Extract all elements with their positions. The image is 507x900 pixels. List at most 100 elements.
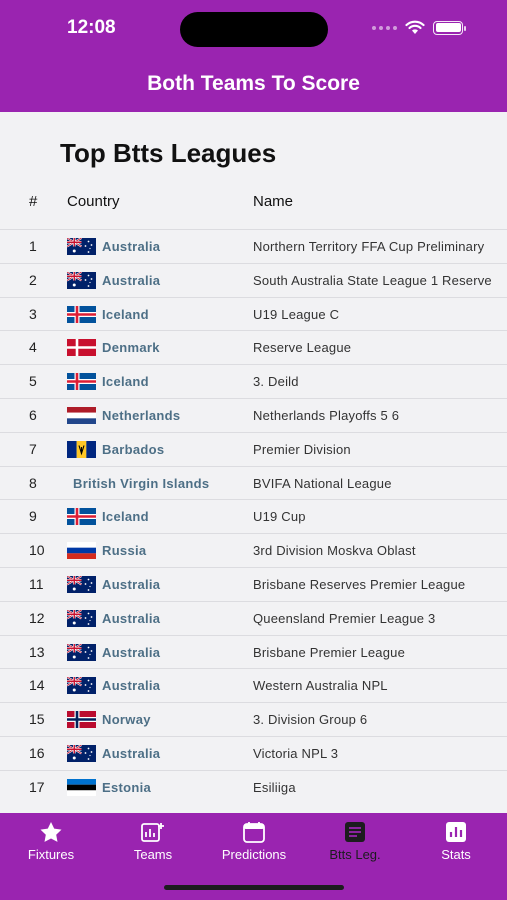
status-time: 12:08 xyxy=(67,17,116,38)
league-name[interactable]: Queensland Premier League 3 xyxy=(253,611,435,626)
country-link[interactable]: Barbados xyxy=(102,442,164,457)
australia-flag-icon xyxy=(67,609,96,627)
leagues-screen[interactable]: Top Btts Leagues # Country Name 1 Austral… xyxy=(0,112,507,813)
country-link[interactable]: Australia xyxy=(102,678,160,693)
table-row[interactable]: 17 Estonia Esiliiga xyxy=(0,769,507,804)
country-link[interactable]: Australia xyxy=(102,577,160,592)
league-name[interactable]: Western Australia NPL xyxy=(253,678,388,693)
australia-flag-icon xyxy=(67,238,96,255)
table-row[interactable]: 10 Russia 3rd Division Moskva Oblast xyxy=(0,533,507,567)
country-link[interactable]: Iceland xyxy=(102,374,149,389)
tab-fixtures[interactable]: Fixtures xyxy=(1,821,101,862)
row-rank: 6 xyxy=(29,406,37,423)
table-row[interactable]: 8 British Virgin Islands BVIFA National Le… xyxy=(0,465,507,500)
league-name[interactable]: U19 Cup xyxy=(253,509,306,524)
tab-label: Stats xyxy=(441,847,471,862)
row-rank: 2 xyxy=(29,271,37,288)
chart-plus-icon xyxy=(103,821,203,843)
australia-flag-icon xyxy=(67,643,96,661)
league-name[interactable]: 3rd Division Moskva Oblast xyxy=(253,543,416,558)
table-row[interactable]: 2 Australia South Australia State League 1… xyxy=(0,262,507,297)
denmark-flag-icon xyxy=(67,339,96,357)
row-rank: 1 xyxy=(29,238,37,254)
league-name[interactable]: Esiliiga xyxy=(253,780,296,795)
country-link[interactable]: Iceland xyxy=(102,307,149,322)
tab-label: Predictions xyxy=(221,847,287,862)
table-row[interactable]: 6 Netherlands Netherlands Playoffs 5 6 xyxy=(0,397,507,432)
league-name[interactable]: Brisbane Reserves Premier League xyxy=(253,577,465,592)
table-row[interactable]: 15 Norway 3. Division Group 6 xyxy=(0,702,507,736)
header-title: Both Teams To Score xyxy=(147,72,360,95)
row-rank: 9 xyxy=(29,508,37,525)
row-rank: 7 xyxy=(29,440,37,457)
country-link[interactable]: Netherlands xyxy=(102,408,180,423)
league-name[interactable]: South Australia State League 1 Reserve xyxy=(253,273,492,288)
column-header-rank: # xyxy=(29,193,38,210)
league-name[interactable]: 3. Division Group 6 xyxy=(253,712,367,727)
battery-icon xyxy=(433,20,466,35)
star-icon xyxy=(1,821,101,843)
row-rank: 14 xyxy=(29,677,45,694)
tab-teams[interactable]: Teams xyxy=(103,821,203,862)
country-link[interactable]: Australia xyxy=(102,746,160,761)
country-link[interactable]: Russia xyxy=(102,543,146,558)
netherlands-flag-icon xyxy=(67,406,96,424)
row-rank: 17 xyxy=(29,778,45,795)
iceland-flag-icon xyxy=(67,373,96,391)
country-link[interactable]: Australia xyxy=(102,239,160,254)
page-title: Top Btts Leagues xyxy=(60,138,277,168)
league-name[interactable]: Reserve League xyxy=(253,340,351,355)
dynamic-island xyxy=(180,12,328,47)
country-link[interactable]: Estonia xyxy=(102,780,151,795)
table-row[interactable]: 16 Australia Victoria NPL 3 xyxy=(0,735,507,770)
country-link[interactable]: Australia xyxy=(102,273,160,288)
table-row[interactable]: 4 Denmark Reserve League xyxy=(0,330,507,364)
row-rank: 3 xyxy=(29,305,37,322)
league-name[interactable]: BVIFA National League xyxy=(253,476,392,491)
table-row[interactable]: 7 Barbados Premier Division xyxy=(0,431,507,466)
russia-flag-icon xyxy=(67,542,96,560)
table-row[interactable]: 12 Australia Queensland Premier League 3 xyxy=(0,600,507,635)
table-row[interactable]: 11 Australia Brisbane Reserves Premier Lea… xyxy=(0,566,507,601)
australia-flag-icon xyxy=(67,744,96,762)
league-name[interactable]: Netherlands Playoffs 5 6 xyxy=(253,408,399,423)
australia-flag-icon xyxy=(67,677,96,695)
country-link[interactable]: Australia xyxy=(102,611,160,626)
norway-flag-icon xyxy=(67,711,96,729)
tab-btts-leg[interactable]: Btts Leg. xyxy=(305,821,405,862)
table-row[interactable]: 5 Iceland 3. Deild xyxy=(0,364,507,398)
wifi-icon xyxy=(405,20,425,34)
table-row[interactable]: 13 Australia Brisbane Premier League xyxy=(0,634,507,669)
league-name[interactable]: U19 League C xyxy=(253,307,339,322)
cellular-signal-icon xyxy=(372,25,397,30)
country-link[interactable]: Denmark xyxy=(102,340,160,355)
bar-chart-icon xyxy=(406,821,506,843)
table-row[interactable]: 1 Australia Northern Territory FFA Cup Pre… xyxy=(0,229,507,263)
league-name[interactable]: Northern Territory FFA Cup Preliminary xyxy=(253,239,484,254)
barbados-flag-icon xyxy=(67,440,96,458)
table-row[interactable]: 14 Australia Western Australia NPL xyxy=(0,668,507,702)
status-icons xyxy=(372,20,466,35)
calendar-icon xyxy=(204,821,304,843)
league-name[interactable]: Brisbane Premier League xyxy=(253,645,405,660)
tab-label: Teams xyxy=(133,847,173,862)
league-name[interactable]: Premier Division xyxy=(253,442,351,457)
country-link[interactable]: Iceland xyxy=(102,509,149,524)
leagues-table: 1 Australia Northern Territory FFA Cup Pre… xyxy=(0,229,507,804)
table-row[interactable]: 9 Iceland U19 Cup xyxy=(0,499,507,533)
league-name[interactable]: Victoria NPL 3 xyxy=(253,746,338,761)
tab-stats[interactable]: Stats xyxy=(406,821,506,862)
tab-label: Fixtures xyxy=(27,847,75,862)
row-rank: 8 xyxy=(29,474,37,491)
list-icon xyxy=(305,821,405,843)
row-rank: 11 xyxy=(29,575,44,592)
estonia-flag-icon xyxy=(67,778,96,796)
country-link[interactable]: Australia xyxy=(102,645,160,660)
league-name[interactable]: 3. Deild xyxy=(253,374,299,389)
column-header-name: Name xyxy=(253,193,294,210)
table-row[interactable]: 3 Iceland U19 League C xyxy=(0,296,507,331)
iceland-flag-icon xyxy=(67,305,96,323)
tab-predictions[interactable]: Predictions xyxy=(204,821,304,862)
country-link[interactable]: Norway xyxy=(102,712,151,727)
country-link[interactable]: British Virgin Islands xyxy=(73,476,209,491)
